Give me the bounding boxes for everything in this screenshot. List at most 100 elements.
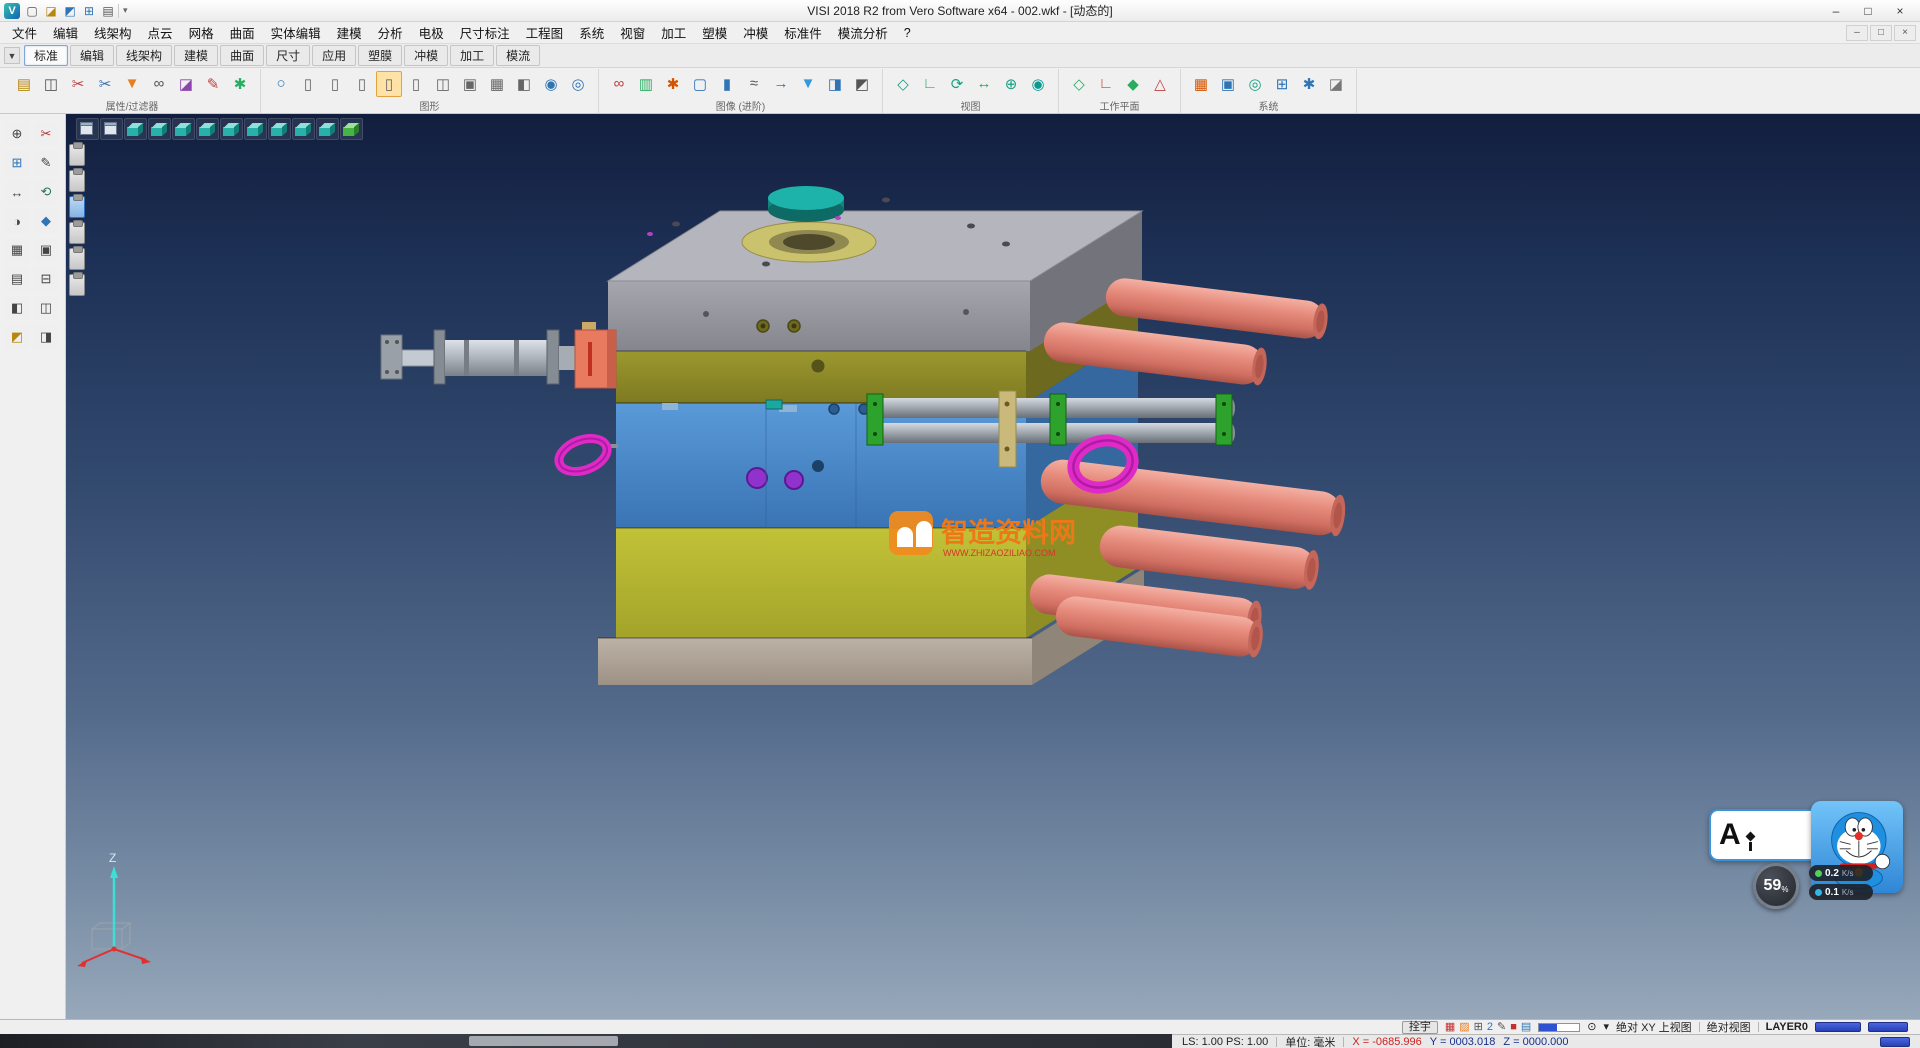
attribute-list-icon[interactable]: ▤ [11,71,37,97]
menu-item[interactable]: 系统 [571,21,612,44]
capsule-blue-icon[interactable]: ▮ [714,71,740,97]
menu-item[interactable]: 分析 [370,21,411,44]
circle-icon[interactable]: ○ [268,71,294,97]
system-globe-icon[interactable]: ◎ [1242,71,1268,97]
box-cylinder-icon[interactable]: ◫ [430,71,456,97]
menu-item[interactable]: 文件 [4,21,45,44]
open-file-icon[interactable]: ◪ [43,3,59,19]
funnel-blue-icon[interactable]: ▼ [795,71,821,97]
view-pan-icon[interactable]: ↔ [971,71,997,97]
restore-button[interactable]: □ [1852,2,1884,20]
minimize-button[interactable]: – [1820,2,1852,20]
search-caret-icon[interactable]: ▾ [1603,1022,1609,1033]
window-view-1[interactable] [76,118,99,140]
menu-item[interactable]: 线架构 [86,21,140,44]
quick-access-caret[interactable]: ▾ [118,4,128,18]
half-right-icon[interactable]: ◨ [34,325,58,349]
clipboard-green-icon[interactable]: ▥ [633,71,659,97]
view-cube-iso[interactable] [124,118,147,140]
filter-funnel-icon[interactable]: ▼ [119,71,145,97]
view-cube-shaded[interactable] [340,118,363,140]
calc-icon[interactable]: ⊞ [1474,1022,1483,1033]
view-cube-front[interactable] [172,118,195,140]
close-button[interactable]: × [1884,2,1916,20]
mdi-close-button[interactable]: × [1894,25,1916,41]
cut-red-icon[interactable]: ✂ [65,71,91,97]
wire-globe-icon[interactable]: ◎ [565,71,591,97]
wave-icon[interactable]: ≈ [741,71,767,97]
view-zoom-icon[interactable]: ⊕ [998,71,1024,97]
sphere-icon[interactable]: ◉ [538,71,564,97]
system-snowflake-icon[interactable]: ✱ [1296,71,1322,97]
view-mode-label[interactable]: 绝对 XY 上视图 [1616,1019,1692,1035]
menu-item[interactable]: 曲面 [222,21,263,44]
select-tool-icon[interactable]: ⊕ [5,122,29,146]
workplane-xy-icon[interactable]: ◇ [1066,71,1092,97]
cube-shade-icon[interactable]: ◩ [849,71,875,97]
search-view-icon[interactable]: ⊙ [1587,1022,1596,1033]
blue-panel-icon[interactable]: ▤ [1521,1022,1531,1033]
system-monitor-icon[interactable]: ▣ [1215,71,1241,97]
menu-item[interactable]: 塑模 [694,21,735,44]
menu-item[interactable]: 网格 [181,21,222,44]
edit-pencil-icon[interactable]: ✎ [200,71,226,97]
clipboard-slot-5[interactable] [69,248,85,270]
link-chain-icon[interactable]: ∞ [146,71,172,97]
two-icon[interactable]: 2 [1487,1022,1493,1033]
menu-item[interactable]: 视窗 [612,21,653,44]
view-cube-top[interactable] [148,118,171,140]
tab[interactable]: 加工 [450,45,494,66]
tab[interactable]: 塑膜 [358,45,402,66]
clipboard-slot-3[interactable] [69,196,85,218]
cylinder-3-icon[interactable]: ▯ [349,71,375,97]
arrow-apply-icon[interactable]: → [768,71,794,97]
render-palette-icon[interactable]: ✱ [660,71,686,97]
tab[interactable]: 线架构 [116,45,172,66]
menu-item[interactable]: 冲模 [735,21,776,44]
clipboard-slot-1[interactable] [69,144,85,166]
half-left-icon[interactable]: ◧ [5,296,29,320]
tab[interactable]: 建模 [174,45,218,66]
menu-item[interactable]: ? [896,24,919,42]
solid-tool-icon[interactable]: ◆ [34,209,58,233]
corner-box-icon[interactable]: ◩ [5,325,29,349]
trim-tool-icon[interactable]: ✂ [34,122,58,146]
view-cube-sw[interactable] [292,118,315,140]
menu-item[interactable]: 实体编辑 [263,21,329,44]
tab-overflow-caret[interactable]: ▼ [4,47,20,64]
view-axes-icon[interactable]: ∟ [917,71,943,97]
print-icon[interactable]: ▤ [100,3,116,19]
snap-grid-icon[interactable]: ⊞ [5,151,29,175]
cylinder-2-icon[interactable]: ▯ [322,71,348,97]
menu-item[interactable]: 点云 [140,21,181,44]
percent-circle[interactable]: 59% [1753,863,1799,909]
red-flag-icon[interactable]: ■ [1510,1022,1517,1033]
subtract-grid-icon[interactable]: ⊟ [34,267,58,291]
snap-settings-icon[interactable]: ▦ [1445,1022,1455,1033]
move-tool-icon[interactable]: ↔ [5,180,29,204]
cut-blue-icon[interactable]: ✂ [92,71,118,97]
clipboard-slot-2[interactable] [69,170,85,192]
menu-item[interactable]: 尺寸标注 [452,21,518,44]
assistant-card[interactable]: A [1709,809,1821,861]
palette-icon[interactable]: ✱ [227,71,253,97]
tab[interactable]: 模流 [496,45,540,66]
mdi-minimize-button[interactable]: – [1846,25,1868,41]
view-cube-right[interactable] [244,118,267,140]
mdi-restore-button[interactable]: □ [1870,25,1892,41]
viewport-3d[interactable]: 智造资料网 WWW.ZHIZAOZILIAO.COM Z [66,114,1920,1019]
tab[interactable]: 冲模 [404,45,448,66]
screen-icon[interactable]: ▢ [687,71,713,97]
view-eye-icon[interactable]: ◉ [1025,71,1051,97]
sketch-tool-icon[interactable]: ✎ [34,151,58,175]
stereo-glasses-icon[interactable]: ∞ [606,71,632,97]
compare-icon[interactable]: ◧ [511,71,537,97]
mesh-tool-icon[interactable]: ▦ [5,238,29,262]
attribute-copy-icon[interactable]: ◫ [38,71,64,97]
render-mode-icon[interactable]: ▨ [1459,1022,1469,1033]
snap-button[interactable]: 拴宇 [1402,1021,1438,1034]
solid-mesh-icon[interactable]: ▦ [484,71,510,97]
menu-item[interactable]: 加工 [653,21,694,44]
menu-item[interactable]: 电极 [411,21,452,44]
menu-item[interactable]: 建模 [329,21,370,44]
